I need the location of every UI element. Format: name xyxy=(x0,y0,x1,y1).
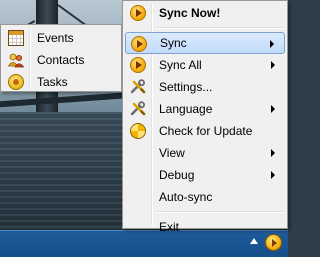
sync-icon xyxy=(130,5,146,21)
menu-item-label: Check for Update xyxy=(159,124,253,138)
menu-item-sync-now[interactable]: Sync Now! xyxy=(125,2,285,24)
calendar-icon xyxy=(8,30,24,46)
menu-item-sync-all[interactable]: Sync All xyxy=(125,54,285,76)
submenu-item-label: Tasks xyxy=(37,75,68,89)
menu-item-auto-sync[interactable]: Auto-sync xyxy=(125,186,285,208)
menu-item-label: Exit xyxy=(159,220,180,234)
tasks-icon xyxy=(8,74,24,90)
menu-item-view[interactable]: View xyxy=(125,142,285,164)
tools-icon xyxy=(130,79,146,95)
menu-item-label: Auto-sync xyxy=(159,190,213,204)
show-hidden-icons-arrow[interactable] xyxy=(250,238,258,244)
menu-item-check-for-update[interactable]: Check for Update xyxy=(125,120,285,142)
menu-item-label: Debug xyxy=(159,168,195,182)
submenu-arrow-icon xyxy=(270,40,274,48)
sync-submenu: Events Contacts Tasks xyxy=(0,24,122,92)
submenu-item-events[interactable]: Events xyxy=(3,27,119,49)
menu-item-language[interactable]: Language xyxy=(125,98,285,120)
update-gear-icon xyxy=(130,123,146,139)
menu-separator xyxy=(157,27,283,29)
menu-item-label: Settings... xyxy=(159,80,213,94)
menu-item-label: View xyxy=(159,146,185,160)
menu-item-debug[interactable]: Debug xyxy=(125,164,285,186)
tray-context-menu: Sync Now! Sync Sync All Settings... Lang… xyxy=(122,0,288,234)
menu-item-label: Language xyxy=(159,102,213,116)
menu-item-sync[interactable]: Sync xyxy=(125,32,285,54)
submenu-item-label: Events xyxy=(37,31,74,45)
submenu-arrow-icon xyxy=(271,171,275,179)
menu-item-settings[interactable]: Settings... xyxy=(125,76,285,98)
submenu-item-tasks[interactable]: Tasks xyxy=(3,71,119,93)
menu-item-label: Sync xyxy=(160,36,187,50)
menu-item-label: Sync Now! xyxy=(159,6,221,20)
submenu-arrow-icon xyxy=(271,61,275,69)
sync-icon xyxy=(130,57,146,73)
menu-separator xyxy=(157,211,283,213)
menu-item-exit[interactable]: Exit xyxy=(125,216,285,238)
tools-icon xyxy=(130,101,146,117)
sync-icon xyxy=(131,36,147,52)
menu-item-label: Sync All xyxy=(159,58,202,72)
contacts-icon xyxy=(7,52,25,68)
submenu-item-label: Contacts xyxy=(37,53,85,67)
submenu-arrow-icon xyxy=(271,149,275,157)
submenu-item-contacts[interactable]: Contacts xyxy=(3,49,119,71)
submenu-arrow-icon xyxy=(271,105,275,113)
